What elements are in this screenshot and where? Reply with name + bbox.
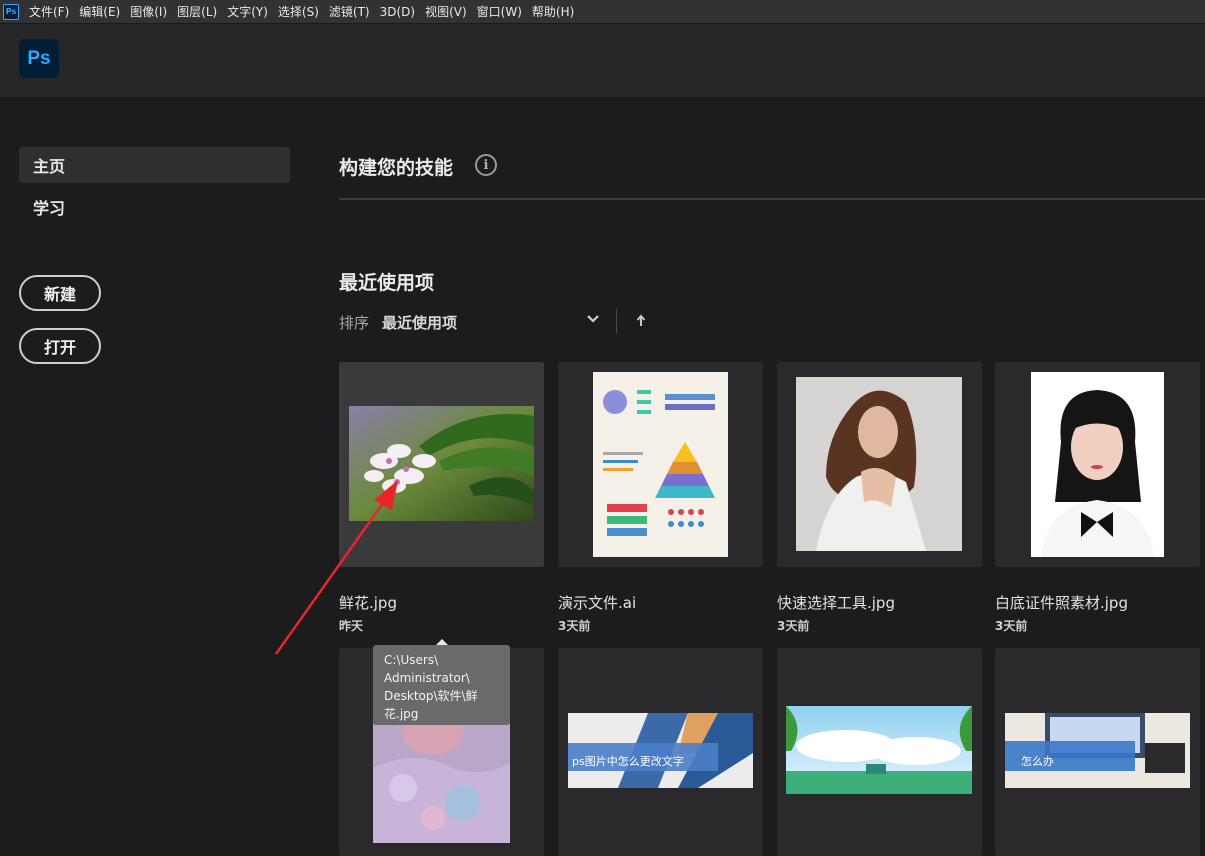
file-path-tooltip: C:\Users\ Administrator\ Desktop\软件\鲜 花.… [373, 645, 510, 725]
thumbnail-infographic [593, 372, 728, 557]
menu-filter[interactable]: 滤镜(T) [329, 3, 370, 20]
sidebar-item-learn[interactable]: 学习 [19, 189, 290, 225]
open-button[interactable]: 打开 [19, 328, 101, 364]
banner-text: ps图片中怎么更改文字 [572, 755, 684, 768]
thumbnail-portrait [796, 377, 962, 551]
thumbnail-landscape [786, 706, 972, 794]
menu-type[interactable]: 文字(Y) [227, 3, 268, 20]
recent-file-card[interactable] [777, 362, 982, 567]
recent-file-card[interactable] [777, 648, 982, 856]
info-icon[interactable]: i [475, 154, 497, 176]
menu-3d[interactable]: 3D(D) [380, 5, 415, 19]
file-date: 昨天 [339, 619, 364, 633]
sidebar-item-home[interactable]: 主页 [19, 147, 290, 183]
file-name[interactable]: 快速选择工具.jpg [777, 592, 895, 613]
tooltip-line: C:\Users\ [384, 653, 439, 667]
section-divider [339, 198, 1205, 200]
file-name[interactable]: 演示文件.ai [558, 592, 636, 613]
sort-divider [616, 309, 617, 333]
arrow-up-icon[interactable] [635, 314, 647, 328]
recent-title: 最近使用项 [339, 272, 435, 294]
ps-logo: Ps [19, 39, 59, 78]
sort-dropdown[interactable]: 最近使用项 [382, 312, 457, 333]
banner-text: 怎么办 [1021, 755, 1054, 768]
file-name[interactable]: 白底证件照素材.jpg [995, 592, 1128, 613]
sort-label: 排序 [339, 314, 370, 332]
menu-file[interactable]: 文件(F) [29, 3, 69, 20]
file-date: 3天前 [777, 619, 810, 633]
tooltip-line: Administrator\ [384, 671, 470, 685]
thumbnail-id-photo [1031, 372, 1164, 557]
recent-file-card[interactable] [339, 362, 544, 567]
file-name[interactable]: 鲜花.jpg [339, 592, 397, 613]
menu-bar: Ps 文件(F) 编辑(E) 图像(I) 图层(L) 文字(Y) 选择(S) 滤… [0, 0, 1205, 24]
menu-view[interactable]: 视图(V) [425, 3, 467, 20]
new-button[interactable]: 新建 [19, 275, 101, 311]
recent-file-card[interactable] [558, 362, 763, 567]
recent-file-card[interactable]: 怎么办 [995, 648, 1200, 856]
tooltip-line: 花.jpg [384, 707, 419, 721]
skills-title: 构建您的技能 [339, 157, 454, 179]
menu-image[interactable]: 图像(I) [130, 3, 167, 20]
menu-select[interactable]: 选择(S) [278, 3, 319, 20]
thumbnail-banner-text: ps图片中怎么更改文字 [568, 713, 753, 788]
recent-file-card[interactable] [995, 362, 1200, 567]
tooltip-line: Desktop\软件\鲜 [384, 689, 478, 703]
file-date: 3天前 [558, 619, 591, 633]
menu-layer[interactable]: 图层(L) [177, 3, 217, 20]
photoshop-app-icon[interactable]: Ps [3, 3, 19, 20]
file-date: 3天前 [995, 619, 1028, 633]
menu-help[interactable]: 帮助(H) [532, 3, 574, 20]
menu-window[interactable]: 窗口(W) [477, 3, 522, 20]
thumbnail-flower [349, 406, 534, 521]
home-header: Ps [0, 24, 1205, 98]
thumbnail-laptop: 怎么办 [1005, 713, 1190, 788]
recent-file-card[interactable]: ps图片中怎么更改文字 [558, 648, 763, 856]
menu-edit[interactable]: 编辑(E) [79, 3, 120, 20]
chevron-down-icon[interactable] [585, 311, 601, 327]
